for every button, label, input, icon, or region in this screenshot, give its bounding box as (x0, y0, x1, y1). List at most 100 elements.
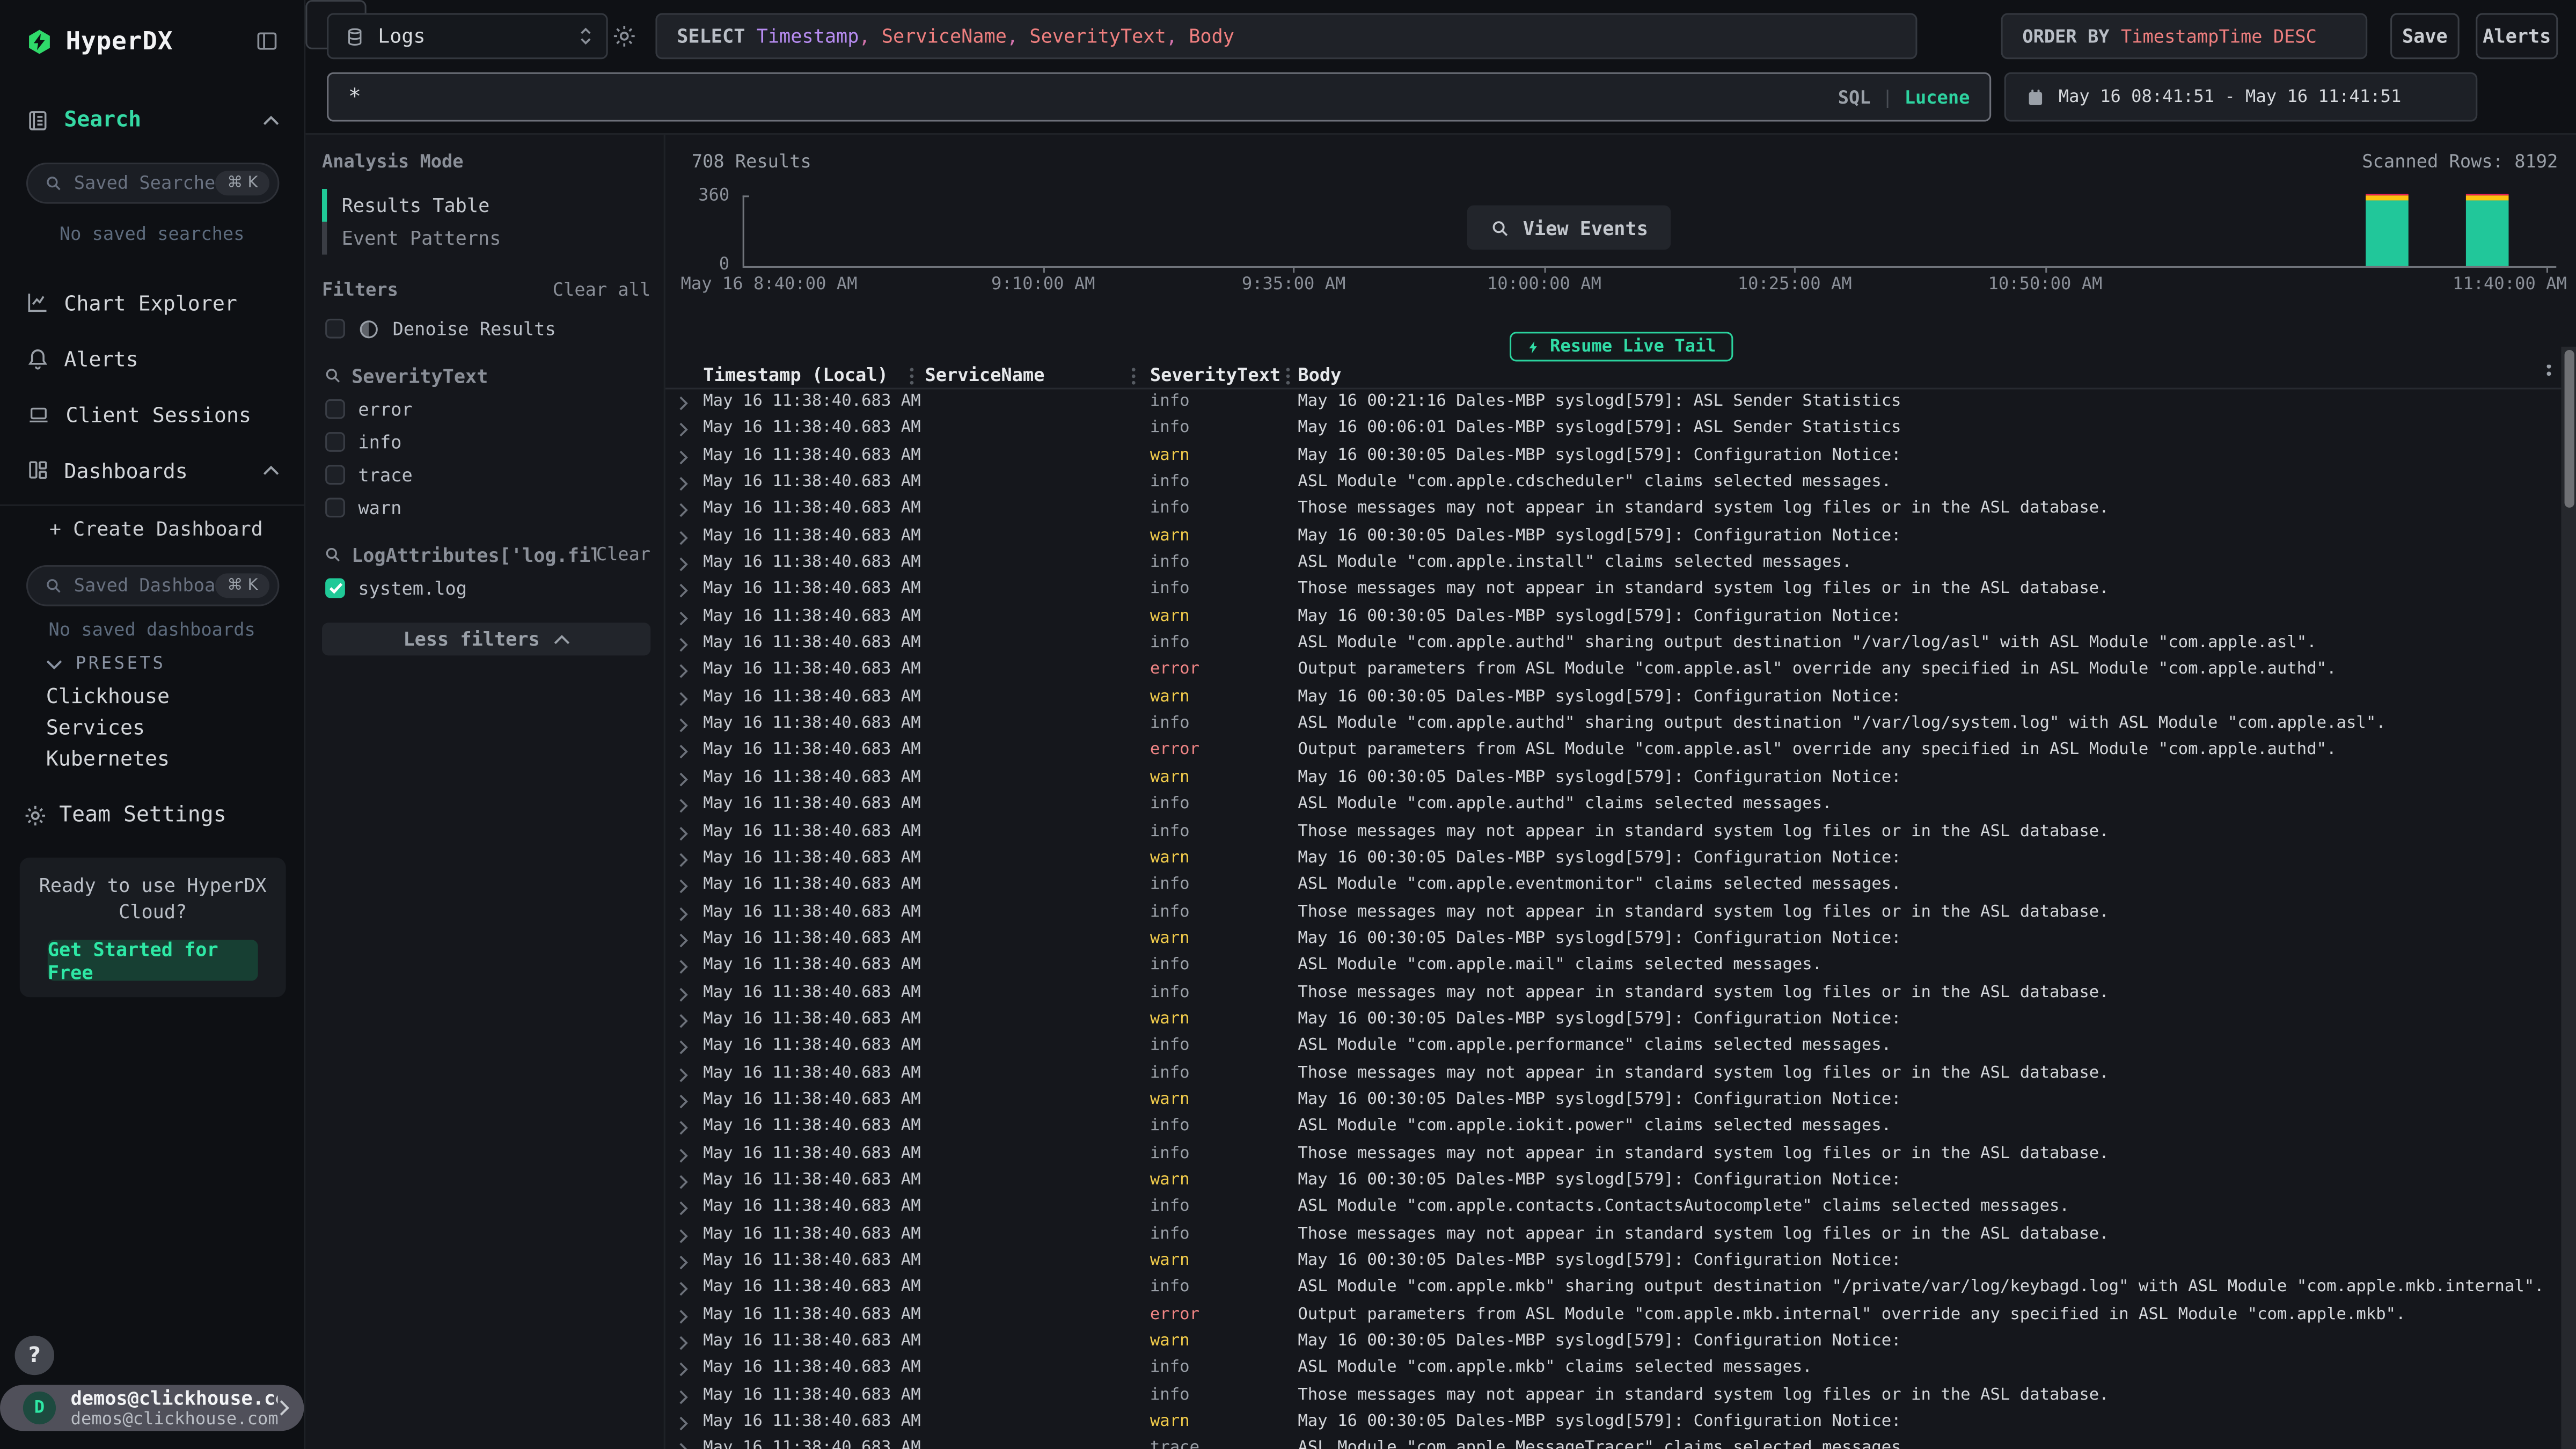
table-row[interactable]: May 16 11:38:40.683 AMinfoThose messages… (665, 1383, 2562, 1410)
sidebar-item-client-sessions[interactable]: Client Sessions (0, 396, 304, 432)
sidebar-item-chart-explorer[interactable]: Chart Explorer (0, 284, 304, 320)
order-by-input[interactable]: ORDER BY TimestampTime DESC (2001, 13, 2368, 59)
table-row[interactable]: May 16 11:38:40.683 AMinfoThose messages… (665, 1060, 2562, 1087)
table-row[interactable]: May 16 11:38:40.683 AMwarnMay 16 00:30:0… (665, 685, 2562, 712)
severity-option-error[interactable]: error (325, 398, 650, 421)
table-row[interactable]: May 16 11:38:40.683 AMinfoThose messages… (665, 1141, 2562, 1168)
table-options-menu-icon[interactable] (2545, 365, 2553, 378)
presets-toggle[interactable]: PRESETS (0, 652, 304, 675)
results-histogram[interactable]: 360 0 May 16 8:40:00 AM9:10:00 AM9:35:00… (743, 195, 2557, 266)
get-started-button[interactable]: Get Started for Free (48, 940, 258, 981)
table-row[interactable]: May 16 11:38:40.683 AMinfoASL Module "co… (665, 873, 2562, 899)
checkbox[interactable] (325, 432, 345, 452)
denoise-checkbox[interactable] (325, 319, 345, 339)
sidebar-item-alerts[interactable]: Alerts (0, 340, 304, 376)
table-row[interactable]: May 16 11:38:40.683 AMtraceASL Module "c… (665, 1437, 2562, 1449)
tab-event-patterns[interactable]: Event Patterns (322, 222, 664, 254)
table-row[interactable]: May 16 11:38:40.683 AMwarnMay 16 00:30:0… (665, 1087, 2562, 1114)
save-button[interactable]: Save (2390, 13, 2460, 59)
mode-lucene-toggle[interactable]: Lucene (1905, 86, 1970, 108)
table-row[interactable]: May 16 11:38:40.683 AMinfoASL Module "co… (665, 792, 2562, 819)
table-row[interactable]: May 16 11:38:40.683 AMinfoASL Module "co… (665, 1114, 2562, 1141)
less-filters-button[interactable]: Less filters (322, 623, 650, 655)
table-row[interactable]: May 16 11:38:40.683 AMinfoMay 16 00:06:0… (665, 416, 2562, 443)
severity-option-warn[interactable]: warn (325, 496, 650, 519)
mode-sql-toggle[interactable]: SQL (1838, 86, 1871, 108)
preset-kubernetes[interactable]: Kubernetes (0, 746, 304, 771)
table-row[interactable]: May 16 11:38:40.683 AMinfoASL Module "co… (665, 1356, 2562, 1383)
scrollbar[interactable] (2561, 347, 2576, 1449)
table-row[interactable]: May 16 11:38:40.683 AMinfoThose messages… (665, 819, 2562, 846)
table-row[interactable]: May 16 11:38:40.683 AMinfoASL Module "co… (665, 1276, 2562, 1302)
column-resize-handle[interactable] (909, 367, 915, 386)
table-row[interactable]: May 16 11:38:40.683 AMinfoThose messages… (665, 577, 2562, 604)
table-row[interactable]: May 16 11:38:40.683 AMwarnMay 16 00:30:0… (665, 846, 2562, 873)
table-row[interactable]: May 16 11:38:40.683 AMinfoThose messages… (665, 899, 2562, 926)
table-row[interactable]: May 16 11:38:40.683 AMwarnMay 16 00:30:0… (665, 765, 2562, 792)
denoise-option[interactable]: Denoise Results (325, 317, 650, 340)
table-row[interactable]: May 16 11:38:40.683 AMinfoASL Module "co… (665, 712, 2562, 738)
source-select[interactable]: Logs (327, 13, 608, 59)
sidebar-item-team-settings[interactable]: Team Settings (0, 797, 304, 833)
tab-results-table[interactable]: Results Table (322, 189, 664, 222)
table-row[interactable]: May 16 11:38:40.683 AMinfoASL Module "co… (665, 1034, 2562, 1060)
resume-live-tail-button[interactable]: Resume Live Tail (1509, 332, 1732, 361)
table-row[interactable]: May 16 11:38:40.683 AMinfoMay 16 00:21:1… (665, 390, 2562, 416)
table-row[interactable]: May 16 11:38:40.683 AMinfoThose messages… (665, 497, 2562, 524)
table-row[interactable]: May 16 11:38:40.683 AMerrorOutput parame… (665, 658, 2562, 685)
user-account-button[interactable]: D demos@clickhouse.com demos@clickhouse.… (0, 1385, 304, 1431)
source-settings-gear-icon[interactable] (611, 23, 639, 51)
scrollbar-thumb[interactable] (2564, 350, 2573, 508)
table-row[interactable]: May 16 11:38:40.683 AMwarnMay 16 00:30:0… (665, 926, 2562, 953)
table-row[interactable]: May 16 11:38:40.683 AMwarnMay 16 00:30:0… (665, 1249, 2562, 1276)
checkbox[interactable] (325, 498, 345, 518)
table-row[interactable]: May 16 11:38:40.683 AMerrorOutput parame… (665, 1302, 2562, 1329)
saved-dashboards-input[interactable]: Saved Dashboards ⌘ K (26, 565, 279, 606)
histogram-bar[interactable] (2366, 193, 2407, 266)
col-header-severitytext[interactable]: SeverityText (1150, 365, 1280, 386)
table-row[interactable]: May 16 11:38:40.683 AMerrorOutput parame… (665, 738, 2562, 765)
table-row[interactable]: May 16 11:38:40.683 AMinfoThose messages… (665, 1221, 2562, 1248)
table-row[interactable]: May 16 11:38:40.683 AMwarnMay 16 00:30:0… (665, 443, 2562, 470)
table-row[interactable]: May 16 11:38:40.683 AMwarnMay 16 00:30:0… (665, 1007, 2562, 1034)
preset-services[interactable]: Services (0, 715, 304, 740)
sql-select-input[interactable]: SELECT Timestamp, ServiceName, SeverityT… (655, 13, 1917, 59)
table-row[interactable]: May 16 11:38:40.683 AMinfoASL Module "co… (665, 953, 2562, 980)
clear-all-button[interactable]: Clear all (553, 279, 650, 301)
table-row[interactable]: May 16 11:38:40.683 AMinfoASL Module "co… (665, 1195, 2562, 1221)
table-row[interactable]: May 16 11:38:40.683 AMinfoASL Module "co… (665, 551, 2562, 577)
checkbox[interactable] (325, 579, 345, 598)
table-row[interactable]: May 16 11:38:40.683 AMwarnMay 16 00:30:0… (665, 604, 2562, 631)
create-dashboard-button[interactable]: + Create Dashboard (0, 514, 304, 544)
preset-clickhouse[interactable]: Clickhouse (0, 683, 304, 708)
severity-option-info[interactable]: info (325, 430, 650, 453)
view-events-button[interactable]: View Events (1467, 206, 1671, 250)
table-row[interactable]: May 16 11:38:40.683 AMinfoASL Module "co… (665, 631, 2562, 658)
col-header-servicename[interactable]: ServiceName (925, 365, 1044, 386)
table-row[interactable]: May 16 11:38:40.683 AMwarnMay 16 00:30:0… (665, 524, 2562, 551)
table-row[interactable]: May 16 11:38:40.683 AMinfoASL Module "co… (665, 470, 2562, 497)
severity-option-trace[interactable]: trace (325, 463, 650, 486)
logattr-option-system.log[interactable]: system.log (325, 576, 650, 599)
sidebar-collapse-icon[interactable] (254, 30, 279, 53)
col-header-timestamp[interactable]: Timestamp (Local) (703, 365, 888, 386)
sidebar-item-search[interactable]: Search (0, 102, 304, 138)
search-query-input[interactable]: * SQL | Lucene (327, 72, 1991, 122)
alerts-button[interactable]: Alerts (2476, 13, 2558, 59)
table-row[interactable]: May 16 11:38:40.683 AMwarnMay 16 00:30:0… (665, 1329, 2562, 1356)
table-row[interactable]: May 16 11:38:40.683 AMwarnMay 16 00:30:0… (665, 1410, 2562, 1437)
time-range-picker[interactable]: May 16 08:41:51 - May 16 11:41:51 (2004, 72, 2478, 122)
table-row[interactable]: May 16 11:38:40.683 AMinfoThose messages… (665, 980, 2562, 1007)
col-header-body[interactable]: Body (1298, 365, 1341, 386)
sidebar-item-dashboards[interactable]: Dashboards (0, 452, 304, 488)
histogram-bar[interactable] (2466, 193, 2508, 266)
clear-group-button[interactable]: Clear (596, 544, 650, 565)
column-resize-handle[interactable] (1285, 367, 1291, 386)
expand-row-icon (678, 718, 688, 733)
help-button[interactable]: ? (15, 1336, 54, 1375)
column-resize-handle[interactable] (1130, 367, 1137, 386)
checkbox[interactable] (325, 399, 345, 419)
table-row[interactable]: May 16 11:38:40.683 AMwarnMay 16 00:30:0… (665, 1168, 2562, 1195)
checkbox[interactable] (325, 465, 345, 485)
saved-searches-input[interactable]: Saved Searches ⌘ K (26, 163, 279, 204)
